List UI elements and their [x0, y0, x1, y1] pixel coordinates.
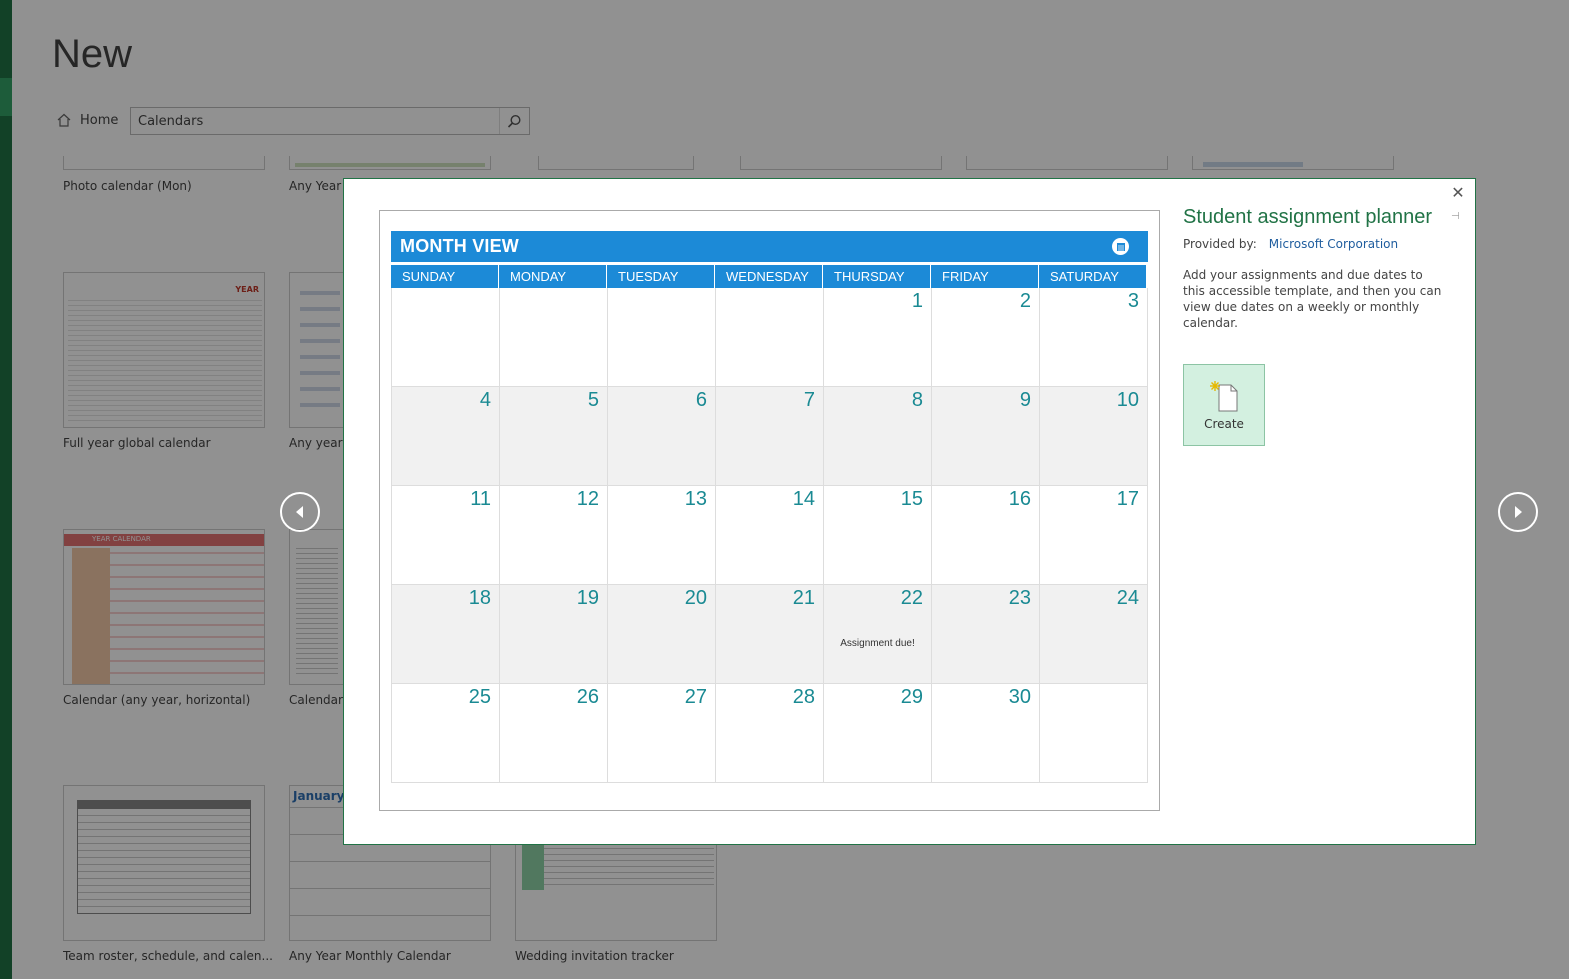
calendar-day-cell: 7: [716, 387, 824, 486]
calendar-day-cell: 12: [500, 486, 608, 585]
date-number: 23: [1008, 587, 1031, 609]
weekday-label: FRIDAY: [931, 265, 1039, 288]
date-number: 4: [479, 389, 491, 411]
date-number: 5: [587, 389, 599, 411]
template-preview-dialog: ✕ ⊣ MONTH VIEW SUNDAY MONDAY TUESDAY WEDNES…: [343, 178, 1476, 845]
calendar-day-cell: 16: [932, 486, 1040, 585]
weekday-header-row: SUNDAY MONDAY TUESDAY WEDNESDAY THURSDAY FRID…: [391, 265, 1148, 288]
date-number: 17: [1116, 488, 1139, 510]
calendar-day-cell: 28: [716, 684, 824, 783]
date-number: 11: [470, 488, 491, 510]
calendar-header: MONTH VIEW: [391, 231, 1148, 262]
weekday-label: SATURDAY: [1039, 265, 1147, 288]
calendar-day-cell: 11: [392, 486, 500, 585]
calendar-day-cell: 29: [824, 684, 932, 783]
calendar-day-cell: [500, 288, 608, 387]
new-document-icon: [1210, 381, 1238, 412]
create-label: Create: [1204, 417, 1244, 431]
date-number: 22: [900, 587, 923, 609]
date-number: 25: [468, 686, 491, 708]
date-number: 15: [900, 488, 923, 510]
calendar-day-cell: 26: [500, 684, 608, 783]
calendar-day-cell: 20: [608, 585, 716, 684]
date-number: 28: [792, 686, 815, 708]
calendar-day-cell: 23: [932, 585, 1040, 684]
date-number: 13: [684, 488, 707, 510]
date-number: 3: [1127, 290, 1139, 312]
weekday-label: WEDNESDAY: [715, 265, 823, 288]
calendar-day-cell: 22 Assignment due!: [824, 585, 932, 684]
calendar-day-cell: 10: [1040, 387, 1148, 486]
calendar-day-cell: 4: [392, 387, 500, 486]
provided-by-label: Provided by:: [1183, 237, 1257, 251]
calendar-day-cell: 25: [392, 684, 500, 783]
calendar-day-cell: 17: [1040, 486, 1148, 585]
calendar-day-cell: 27: [608, 684, 716, 783]
chevron-left-icon: [296, 506, 303, 518]
calendar-grid: 1 2 3 4 5 6 7 8 9 10 11 12 13 14 15 16 17 18 19 20 21 22 Assig…: [391, 288, 1148, 783]
date-number: 12: [576, 488, 599, 510]
create-button[interactable]: Create: [1183, 364, 1265, 446]
calendar-day-cell: 19: [500, 585, 608, 684]
date-number: 26: [576, 686, 599, 708]
date-number: 6: [695, 389, 707, 411]
month-calendar: MONTH VIEW SUNDAY MONDAY TUESDAY WEDNESDAY T…: [391, 231, 1148, 783]
date-number: 21: [792, 587, 815, 609]
template-info-panel: Student assignment planner Provided by: …: [1183, 203, 1463, 446]
calendar-day-cell: [608, 288, 716, 387]
date-number: 9: [1019, 389, 1031, 411]
weekday-label: THURSDAY: [823, 265, 931, 288]
provider-link[interactable]: Microsoft Corporation: [1269, 237, 1398, 251]
date-number: 14: [792, 488, 815, 510]
date-number: 30: [1008, 686, 1031, 708]
date-number: 27: [684, 686, 707, 708]
calendar-day-cell: [716, 288, 824, 387]
calendar-day-cell: 3: [1040, 288, 1148, 387]
calendar-day-cell: 24: [1040, 585, 1148, 684]
template-description: Add your assignments and due dates to th…: [1183, 268, 1442, 330]
date-number: 19: [576, 587, 599, 609]
previous-template-button[interactable]: [280, 492, 320, 532]
weekday-label: SUNDAY: [391, 265, 499, 288]
date-number: 7: [803, 389, 815, 411]
calendar-day-cell: 5: [500, 387, 608, 486]
calendar-day-cell: 9: [932, 387, 1040, 486]
date-number: 20: [684, 587, 707, 609]
calendar-day-cell: 6: [608, 387, 716, 486]
calendar-day-cell: 1: [824, 288, 932, 387]
date-number: 2: [1019, 290, 1031, 312]
calendar-day-cell: 2: [932, 288, 1040, 387]
calendar-day-cell: 30: [932, 684, 1040, 783]
date-number: 29: [900, 686, 923, 708]
calendar-day-cell: [392, 288, 500, 387]
provider-row: Provided by: Microsoft Corporation: [1183, 237, 1463, 251]
date-number: 8: [911, 389, 923, 411]
date-number: 18: [468, 587, 491, 609]
calendar-day-cell: 18: [392, 585, 500, 684]
calendar-icon: [1112, 238, 1129, 255]
calendar-day-cell: 14: [716, 486, 824, 585]
assignment-note: Assignment due!: [840, 638, 915, 649]
date-number: 1: [911, 290, 923, 312]
calendar-day-cell: 8: [824, 387, 932, 486]
calendar-day-cell: 13: [608, 486, 716, 585]
calendar-title: MONTH VIEW: [400, 236, 519, 256]
date-number: 16: [1008, 488, 1031, 510]
calendar-day-cell: [1040, 684, 1148, 783]
next-template-button[interactable]: [1498, 492, 1538, 532]
close-icon: ✕: [1451, 182, 1465, 202]
weekday-label: TUESDAY: [607, 265, 715, 288]
date-number: 24: [1116, 587, 1139, 609]
calendar-day-cell: 21: [716, 585, 824, 684]
close-button[interactable]: ✕: [1449, 182, 1467, 202]
template-preview-image: MONTH VIEW SUNDAY MONDAY TUESDAY WEDNESDAY T…: [379, 210, 1160, 811]
calendar-day-cell: 15: [824, 486, 932, 585]
chevron-right-icon: [1515, 506, 1522, 518]
weekday-label: MONDAY: [499, 265, 607, 288]
date-number: 10: [1116, 389, 1139, 411]
template-title: Student assignment planner: [1183, 206, 1433, 228]
